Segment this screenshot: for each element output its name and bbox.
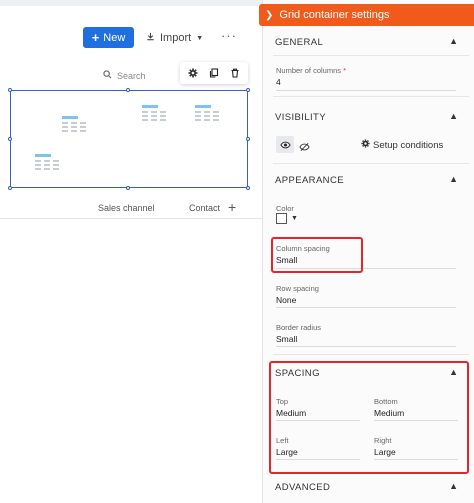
import-button-label: Import	[160, 32, 192, 44]
section-general-title[interactable]: GENERAL	[275, 37, 323, 48]
collapse-caret-icon[interactable]: ▲	[449, 174, 458, 184]
top-strip	[0, 0, 262, 6]
gear-icon	[361, 139, 370, 151]
column-header-sales-channel[interactable]: Sales channel	[98, 203, 155, 213]
border-radius-select[interactable]: Small	[276, 334, 297, 344]
border-radius-label: Border radius	[276, 323, 322, 332]
collapse-caret-icon[interactable]: ▲	[449, 36, 458, 46]
more-options-button[interactable]: ···	[221, 28, 237, 43]
visible-toggle[interactable]	[276, 136, 294, 153]
resize-handle[interactable]	[8, 186, 12, 190]
field-underline	[276, 307, 456, 308]
section-visibility-title[interactable]: VISIBILITY	[275, 112, 326, 123]
grid-item-placeholder	[142, 105, 166, 123]
resize-handle[interactable]	[246, 137, 250, 141]
grid-item-placeholder	[195, 105, 219, 123]
settings-gear-icon[interactable]	[188, 68, 198, 78]
section-appearance-title[interactable]: APPEARANCE	[275, 175, 344, 186]
row-spacing-label: Row spacing	[276, 284, 319, 293]
panel-title: Grid container settings	[279, 9, 390, 21]
new-button-label: New	[103, 31, 126, 44]
add-column-icon[interactable]: +	[228, 199, 236, 215]
panel-header: ❯ Grid container settings	[259, 4, 474, 26]
color-swatch[interactable]	[276, 213, 287, 224]
resize-handle[interactable]	[126, 88, 130, 92]
setup-conditions-button[interactable]: Setup conditions	[361, 139, 443, 151]
resize-handle[interactable]	[246, 88, 250, 92]
new-button[interactable]: + New	[83, 27, 134, 48]
columns-label: Number of columns *	[276, 66, 346, 75]
import-button[interactable]: Import ▼	[146, 29, 203, 47]
trash-icon[interactable]	[230, 68, 240, 78]
highlight-column-spacing	[271, 237, 363, 273]
resize-handle[interactable]	[246, 186, 250, 190]
divider	[273, 354, 469, 355]
eye-off-icon[interactable]	[299, 139, 310, 157]
section-advanced-title[interactable]: ADVANCED	[275, 482, 330, 493]
search-placeholder: Search	[117, 70, 146, 81]
caret-down-icon: ▼	[196, 34, 204, 42]
columns-field[interactable]: 4	[276, 77, 281, 87]
settings-panel: ❯ Grid container settings GENERAL ▲ Numb…	[259, 0, 474, 503]
resize-handle[interactable]	[126, 186, 130, 190]
resize-handle[interactable]	[8, 88, 12, 92]
column-header-contact[interactable]: Contact	[189, 203, 220, 213]
canvas-area: + New Import ▼ ··· Search Sales channel …	[0, 0, 262, 503]
caret-down-icon[interactable]: ▼	[291, 215, 298, 222]
divider	[273, 163, 469, 164]
collapse-caret-icon[interactable]: ▲	[449, 111, 458, 121]
field-underline	[276, 346, 456, 347]
grid-item-placeholder	[35, 154, 59, 172]
divider	[273, 96, 469, 97]
collapse-caret-icon[interactable]: ▲	[449, 481, 458, 491]
divider	[0, 218, 262, 219]
field-underline	[276, 90, 456, 91]
chevron-right-icon[interactable]: ❯	[265, 10, 273, 21]
highlight-spacing-section	[269, 361, 469, 474]
columns-label-text: Number of columns	[276, 66, 342, 75]
setup-conditions-label: Setup conditions	[373, 139, 444, 151]
row-spacing-select[interactable]: None	[276, 295, 296, 305]
duplicate-icon[interactable]	[209, 68, 219, 78]
resize-handle[interactable]	[8, 137, 12, 141]
grid-item-placeholder	[62, 116, 86, 134]
grid-container-selection[interactable]	[8, 88, 250, 190]
element-toolbar	[180, 62, 248, 84]
plus-icon: +	[91, 30, 100, 45]
search-box[interactable]: Search	[103, 70, 146, 81]
eye-icon	[279, 136, 291, 154]
download-icon	[146, 32, 155, 44]
color-label: Color	[276, 204, 294, 213]
required-mark: *	[343, 66, 347, 75]
divider	[273, 55, 469, 56]
search-icon	[103, 70, 112, 81]
